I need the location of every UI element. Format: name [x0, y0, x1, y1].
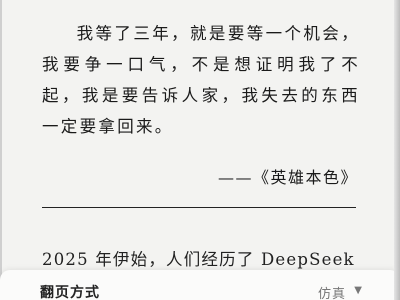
- reader-screen: 我等了三年，就是要等一个机会，我要争一口气，不是想证明我了不起，我是要告诉人家，…: [0, 0, 400, 300]
- page-turn-mode-value[interactable]: 仿真: [318, 283, 346, 300]
- section-divider: [42, 207, 356, 208]
- epigraph-text: 我等了三年，就是要等一个机会，我要争一口气，不是想证明我了不起，我是要告诉人家，…: [42, 24, 360, 136]
- chevron-down-icon[interactable]: ▼: [354, 285, 362, 296]
- page-turn-settings-sheet: 翻页方式 仿真 ▼: [0, 270, 400, 300]
- epigraph-attribution: ——《英雄本色》: [218, 168, 359, 187]
- device-bezel-right: [394, 0, 400, 300]
- chapter-body-text: 2025 年伊始，人们经历了 DeepSeek: [42, 250, 355, 269]
- page-turn-mode-row[interactable]: 翻页方式 仿真 ▼: [0, 282, 400, 300]
- page-turn-mode-label: 翻页方式: [40, 285, 100, 300]
- epigraph-quote: 我等了三年，就是要等一个机会，我要争一口气，不是想证明我了不起，我是要告诉人家，…: [42, 18, 360, 142]
- device-bezel-left: [0, 0, 2, 300]
